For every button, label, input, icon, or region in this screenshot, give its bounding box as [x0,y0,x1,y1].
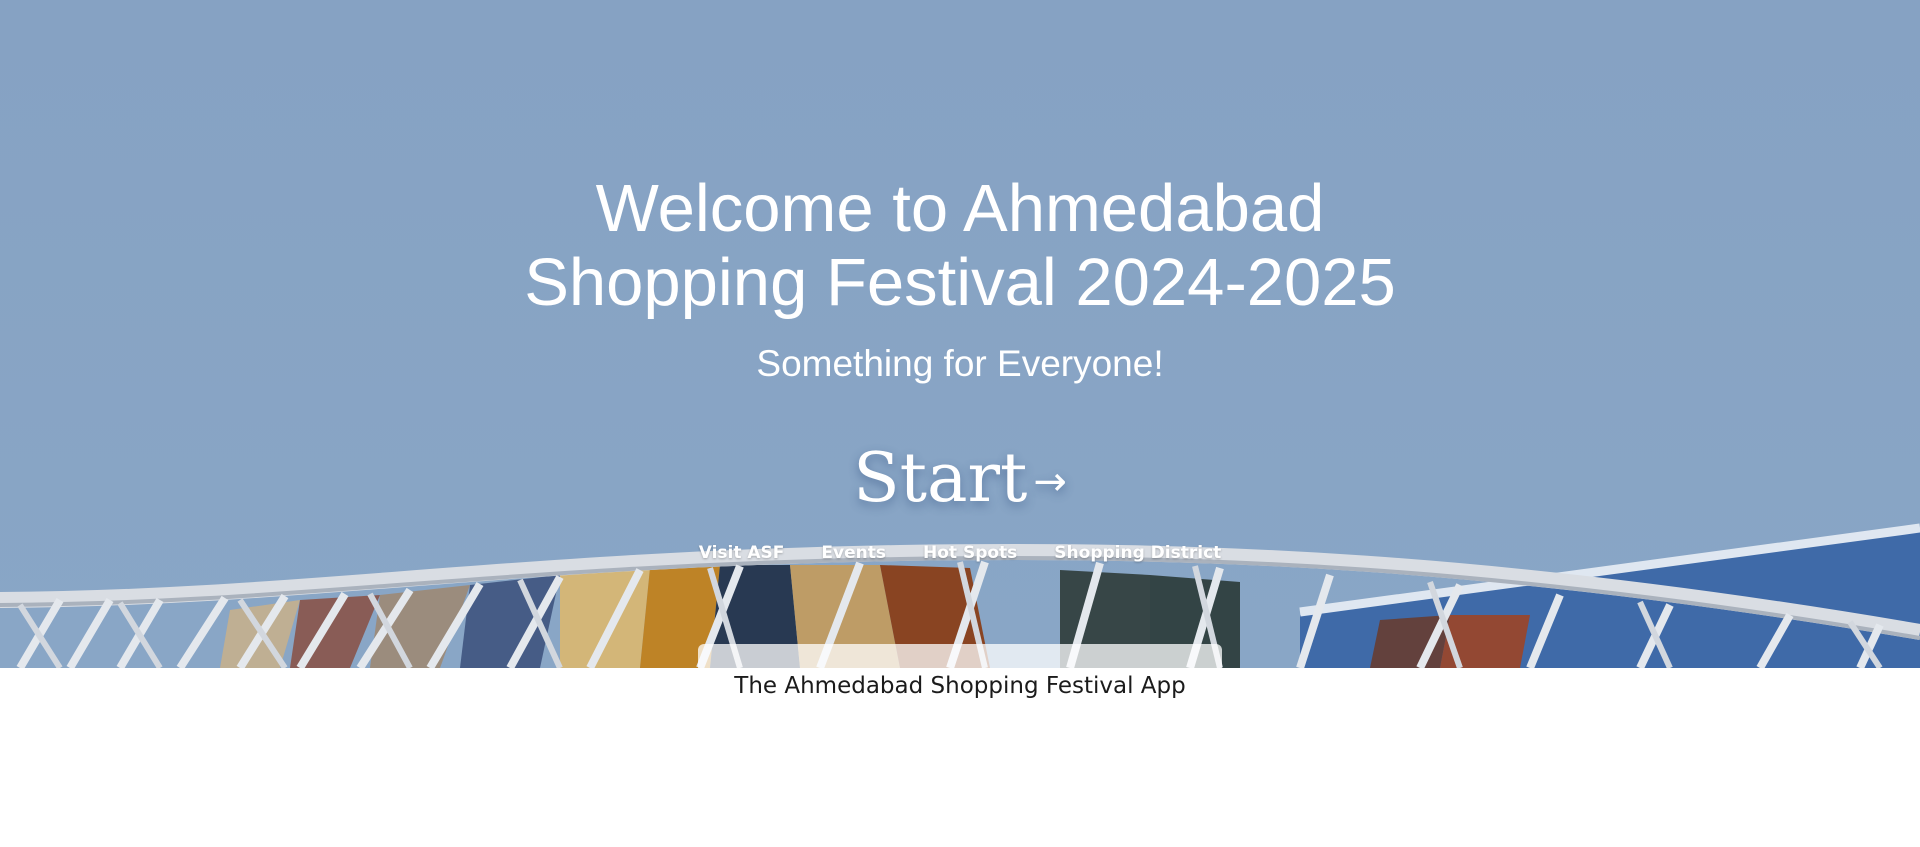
start-label: Start [853,438,1028,518]
nav-link-hot-spots[interactable]: Hot Spots [923,543,1017,563]
hero-subtitle: Something for Everyone! [756,343,1164,384]
app-section-caption: The Ahmedabad Shopping Festival App [734,673,1186,699]
start-button[interactable]: Start → [853,438,1067,518]
arrow-right-icon: → [1033,459,1067,505]
hero-background-image [0,0,1920,668]
app-section-tab [698,644,1222,668]
hero-title: Welcome to Ahmedabad Shopping Festival 2… [0,172,1920,320]
nav-link-events[interactable]: Events [821,543,886,563]
nav-link-visit-asf[interactable]: Visit ASF [699,543,785,563]
hero-title-line-2: Shopping Festival 2024-2025 [524,245,1396,320]
hero-banner: Welcome to Ahmedabad Shopping Festival 2… [0,0,1920,668]
hero-nav: Visit ASF Events Hot Spots Shopping Dist… [0,543,1920,563]
hero-title-line-1: Welcome to Ahmedabad [595,171,1325,246]
nav-link-shopping-district[interactable]: Shopping District [1054,543,1221,563]
